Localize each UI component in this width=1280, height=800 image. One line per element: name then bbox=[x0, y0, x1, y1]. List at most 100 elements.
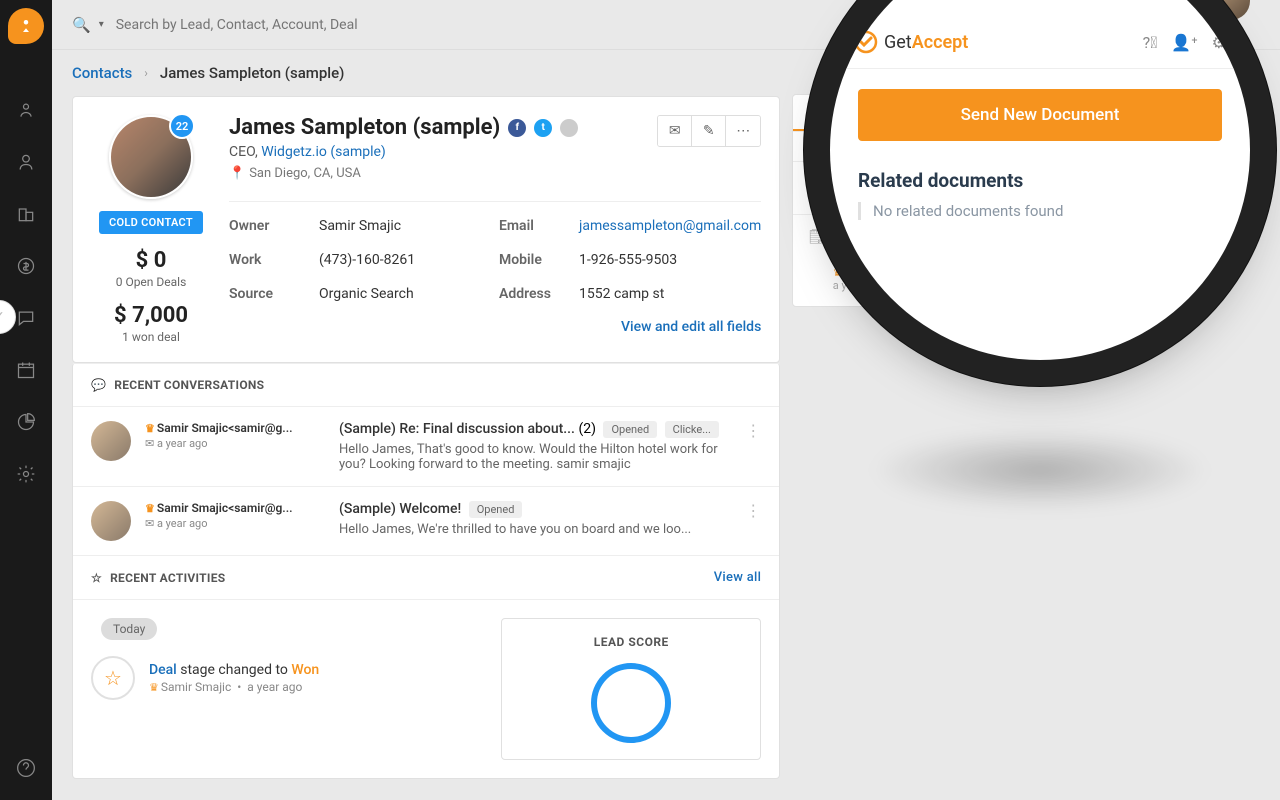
score-badge: 22 bbox=[169, 113, 195, 139]
today-pill: Today bbox=[101, 618, 157, 640]
section-title: RECENT CONVERSATIONS bbox=[114, 378, 264, 392]
nav-help-icon[interactable] bbox=[14, 756, 38, 780]
nav-deals-icon[interactable] bbox=[14, 254, 38, 278]
twitter-icon[interactable]: t bbox=[534, 119, 552, 137]
lead-score-card: LEAD SCORE bbox=[501, 618, 761, 760]
activity-stage: Won bbox=[291, 662, 319, 678]
email-button[interactable]: ✉ bbox=[658, 116, 692, 146]
activity-timeline: Today ☆ Deal stage changed to Won ♛Samir… bbox=[73, 599, 779, 778]
magnifier-overlay: GetAccept ?⃝ 👤⁺ ⚙ Send New Document Rela… bbox=[830, 0, 1250, 360]
more-icon[interactable]: ⋮ bbox=[745, 501, 761, 541]
star-outline-icon: ☆ bbox=[91, 656, 135, 700]
status-pill: Opened bbox=[603, 421, 657, 438]
chevron-right-icon: › bbox=[144, 66, 148, 80]
facebook-icon[interactable]: f bbox=[508, 119, 526, 137]
field-label: Mobile bbox=[499, 252, 579, 268]
check-circle-icon bbox=[854, 30, 878, 54]
convo-preview: Hello James, That's good to know. Would … bbox=[339, 442, 731, 472]
nav-settings-icon[interactable] bbox=[14, 462, 38, 486]
add-user-icon[interactable]: 👤⁺ bbox=[1171, 33, 1197, 52]
conversation-row[interactable]: ♛Samir Smajic<samir@g... ✉ a year ago (S… bbox=[73, 406, 779, 486]
profile-card: 22 COLD CONTACT $ 0 0 Open Deals $ 7,000… bbox=[72, 96, 780, 363]
convo-preview: Hello James, We're thrilled to have you … bbox=[339, 522, 731, 537]
conversation-row[interactable]: ♛Samir Smajic<samir@g... ✉ a year ago (S… bbox=[73, 486, 779, 555]
nav-accounts-icon[interactable] bbox=[14, 202, 38, 226]
app-logo[interactable] bbox=[8, 8, 44, 44]
field-label: Work bbox=[229, 252, 319, 268]
lead-score-ring bbox=[591, 663, 671, 743]
field-value-source: Organic Search bbox=[319, 286, 499, 302]
field-value-address: 1552 camp st bbox=[579, 286, 761, 302]
recent-activities-header: ☆ RECENT ACTIVITIES View all bbox=[73, 555, 779, 599]
contact-fields: Owner Samir Smajic Email jamessampleton@… bbox=[229, 201, 761, 302]
getaccept-logo: GetAccept bbox=[854, 30, 968, 54]
crown-icon: ♛ bbox=[149, 681, 159, 694]
chat-icon: 💬 bbox=[91, 378, 106, 392]
breadcrumb-root[interactable]: Contacts bbox=[72, 64, 132, 82]
open-deals-value: $ 0 bbox=[91, 248, 211, 273]
section-title: RECENT ACTIVITIES bbox=[110, 571, 225, 585]
avatar bbox=[91, 501, 131, 541]
activity-text: stage changed to bbox=[177, 662, 292, 678]
convo-subject: (Sample) Re: Final discussion about... bbox=[339, 421, 575, 437]
search-icon[interactable]: 🔍 bbox=[72, 16, 91, 34]
nav-calendar-icon[interactable] bbox=[14, 358, 38, 382]
star-icon: ☆ bbox=[91, 571, 102, 585]
related-documents-title: Related documents bbox=[858, 169, 1222, 192]
field-label: Email bbox=[499, 218, 579, 234]
location-pin-icon: 📍 bbox=[229, 166, 245, 181]
convo-when: a year ago bbox=[157, 517, 208, 530]
app-sidebar bbox=[0, 0, 52, 800]
field-value-owner: Samir Smajic bbox=[319, 218, 499, 234]
crown-icon: ♛ bbox=[145, 422, 155, 435]
help-icon[interactable]: ?⃝ bbox=[1143, 33, 1158, 52]
breadcrumb-current: James Sampleton (sample) bbox=[160, 64, 345, 82]
recent-conversations-header: 💬 RECENT CONVERSATIONS bbox=[73, 363, 779, 406]
field-label: Source bbox=[229, 286, 319, 302]
activity-when: a year ago bbox=[247, 680, 302, 694]
convo-from: Samir Smajic<samir@g... bbox=[157, 421, 293, 435]
contact-name: James Sampleton (sample) bbox=[229, 115, 500, 140]
avatar bbox=[91, 421, 131, 461]
nav-reports-icon[interactable] bbox=[14, 410, 38, 434]
activity-by: Samir Smajic bbox=[161, 680, 231, 694]
status-pill: Opened bbox=[469, 501, 523, 518]
lens-shadow bbox=[870, 430, 1210, 510]
more-icon[interactable]: ⋮ bbox=[745, 421, 761, 472]
lead-score-title: LEAD SCORE bbox=[518, 635, 744, 649]
crown-icon: ♛ bbox=[145, 502, 155, 515]
view-all-fields-link[interactable]: View and edit all fields bbox=[621, 319, 761, 335]
open-deals-label: 0 Open Deals bbox=[91, 275, 211, 289]
view-all-link[interactable]: View all bbox=[714, 570, 762, 585]
field-label: Address bbox=[499, 286, 579, 302]
convo-from: Samir Smajic<samir@g... bbox=[157, 501, 293, 515]
search-filter-caret-icon[interactable]: ▾ bbox=[99, 19, 104, 30]
convo-count: (2) bbox=[578, 421, 596, 437]
contact-location: San Diego, CA, USA bbox=[249, 166, 361, 181]
status-pill: Clicke... bbox=[665, 421, 719, 438]
send-new-document-button[interactable]: Send New Document bbox=[858, 89, 1222, 141]
contact-company-link[interactable]: Widgetz.io (sample) bbox=[261, 144, 386, 160]
won-deals-label: 1 won deal bbox=[91, 330, 211, 344]
search-input[interactable] bbox=[116, 17, 416, 33]
note-icon: 🗒 bbox=[807, 229, 825, 292]
nav-leads-icon[interactable] bbox=[14, 98, 38, 122]
edit-button[interactable]: ✎ bbox=[692, 116, 726, 146]
contact-tag[interactable]: COLD CONTACT bbox=[99, 211, 203, 234]
won-deals-value: $ 7,000 bbox=[91, 303, 211, 328]
getaccept-header: GetAccept ?⃝ 👤⁺ ⚙ bbox=[830, 16, 1250, 69]
settings-icon[interactable]: ⚙ bbox=[1212, 33, 1226, 52]
field-value-work: (473)-160-8261 bbox=[319, 252, 499, 268]
activity-deal-link[interactable]: Deal bbox=[149, 662, 177, 678]
nav-conversations-icon[interactable] bbox=[14, 306, 38, 330]
social-unknown-icon[interactable] bbox=[560, 119, 578, 137]
nav-contacts-icon[interactable] bbox=[14, 150, 38, 174]
field-value-mobile: 1-926-555-9503 bbox=[579, 252, 761, 268]
contact-actions: ✉ ✎ ⋯ bbox=[657, 115, 761, 147]
brand-get: Get bbox=[884, 32, 912, 53]
field-label: Owner bbox=[229, 218, 319, 234]
brand-accept: Accept bbox=[912, 32, 969, 53]
field-value-email[interactable]: jamessampleton@gmail.com bbox=[579, 218, 761, 234]
convo-subject: (Sample) Welcome! bbox=[339, 501, 461, 517]
more-button[interactable]: ⋯ bbox=[726, 116, 760, 146]
